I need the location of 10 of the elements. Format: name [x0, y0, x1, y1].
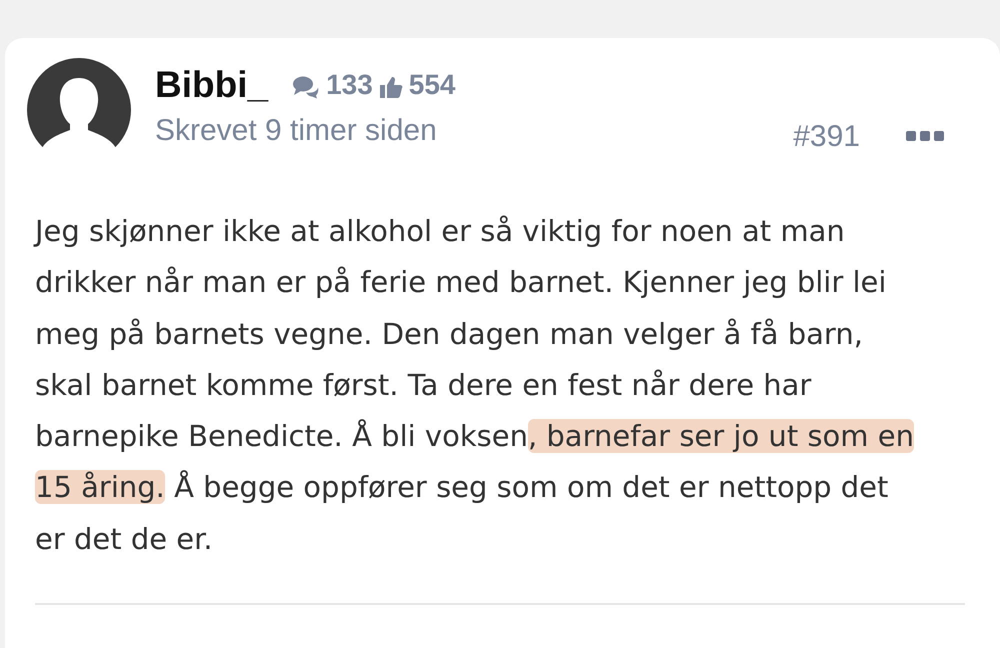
more-options-icon[interactable]	[906, 130, 944, 142]
post-number[interactable]: #391	[793, 120, 860, 154]
post-text: Jeg skjønner ikke at alkohol er så viktig for noen at man drikker når man er på ferie med barnet. Kjenner jeg blir lei meg på barnets vegne. Den dagen man velger å få barn, skal barnet komme først. Ta dere en fest når dere har barnepike Benedicte. Å bli voksen, barnefar ser jo ut som en 15 åring. Å begge oppfører seg som om det er nettopp det er det de er.	[35, 213, 915, 558]
comment-count: 133	[326, 69, 373, 101]
avatar-icon[interactable]	[27, 58, 131, 162]
speech-bubbles-icon	[292, 75, 320, 99]
author-name[interactable]: Bibbi_	[155, 64, 268, 106]
thumbs-up-icon	[378, 75, 403, 99]
post-time: Skrevet 9 timer siden	[155, 114, 438, 148]
like-count: 554	[408, 69, 456, 101]
